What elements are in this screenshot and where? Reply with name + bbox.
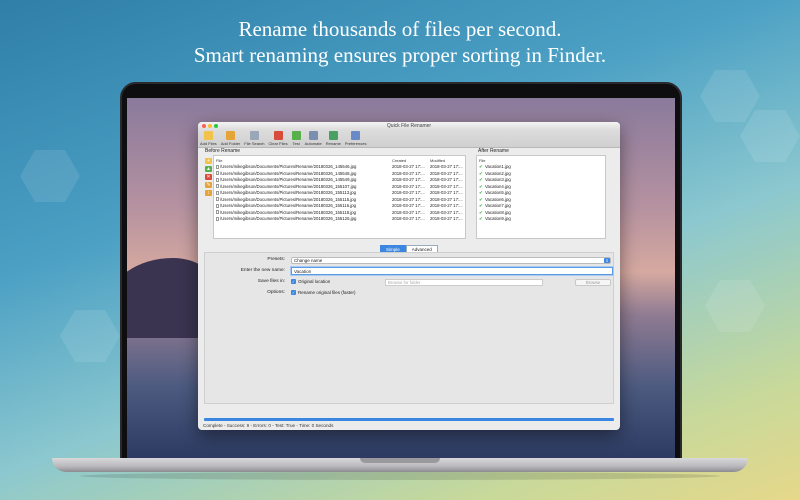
file-icon xyxy=(216,210,219,215)
status-text: Complete - Success: 9 - Errors: 0 - Test… xyxy=(203,423,334,428)
file-path-text: /Users/mikegibson/Documents/Pictures/Ren… xyxy=(220,183,357,189)
header-file[interactable]: File xyxy=(216,158,222,163)
file-path-text: /Users/mikegibson/Documents/Pictures/Ren… xyxy=(220,177,357,182)
file-path-text: /Users/mikegibson/Documents/Pictures/Ren… xyxy=(220,164,357,169)
browse-button[interactable]: Browse xyxy=(575,279,611,286)
add-files-icon xyxy=(203,131,213,140)
background-hexagon xyxy=(700,70,760,122)
toolbar-label: Preferences xyxy=(344,141,367,146)
file-icon xyxy=(216,177,219,182)
header-modified[interactable]: Modified xyxy=(430,158,445,163)
file-path-text: /Users/mikegibson/Documents/Pictures/Ren… xyxy=(220,209,357,215)
file-path-text: /Users/mikegibson/Documents/Pictures/Ren… xyxy=(220,203,357,208)
background-hexagon xyxy=(740,110,800,162)
progress-fill xyxy=(204,418,614,421)
file-path-text: /Users/mikegibson/Documents/Pictures/Ren… xyxy=(220,196,357,202)
toolbar-label: Automate xyxy=(304,141,322,146)
checkmark-icon: ✓ xyxy=(291,279,296,285)
toolbar: Add Files Add Folder File Search Clear File… xyxy=(198,130,620,148)
header-created[interactable]: Created xyxy=(392,158,406,163)
window-title: Quick File Renamer xyxy=(386,123,432,129)
file-search-icon xyxy=(249,131,259,140)
remove-icon[interactable]: ✕ xyxy=(205,174,212,180)
title-bar: Quick File Renamer xyxy=(198,122,620,130)
new-name-label: Enter the new name: xyxy=(240,268,285,273)
test-icon xyxy=(291,131,301,140)
rename-icon xyxy=(328,131,338,140)
checkmark-icon: ✓ xyxy=(291,290,296,296)
toolbar-add-folder-button[interactable]: Add Folder xyxy=(220,130,241,147)
toolbar-automate-button[interactable]: Automate xyxy=(305,130,322,147)
options-label: Options: xyxy=(267,290,285,295)
file-icon xyxy=(216,197,219,202)
after-rename-title: After Rename xyxy=(478,148,509,154)
file-icon xyxy=(216,216,219,221)
row-modified: 2018-03-27 17:... xyxy=(430,216,463,221)
file-icon xyxy=(216,184,219,189)
rename-settings-panel: Presets: Change name ⇕ Enter the new nam… xyxy=(204,252,614,404)
file-icon xyxy=(216,203,219,208)
toolbar-label: Clear Files xyxy=(268,141,288,146)
background-hexagon xyxy=(20,150,80,202)
chevron-down-icon: ⇕ xyxy=(604,258,610,263)
add-folder-icon xyxy=(225,131,235,140)
sort-icon[interactable]: ↕ xyxy=(205,190,212,196)
row-file-path: /Users/mikegibson/Documents/Pictures/Ren… xyxy=(216,216,356,223)
toolbar-label: File Search xyxy=(244,141,265,146)
checkmark-icon: ✔ xyxy=(479,216,483,221)
headline-line-1: Rename thousands of files per second. xyxy=(238,17,562,41)
original-location-label: Original location xyxy=(298,279,331,284)
row-created: 2018-03-27 17:... xyxy=(392,216,425,221)
headline-line-2: Smart renaming ensures proper sorting in… xyxy=(193,43,607,67)
before-rename-title: Before Rename xyxy=(205,148,241,154)
presets-value: Change name xyxy=(294,258,323,263)
list-item[interactable]: ✔ Vacation9.jpg xyxy=(477,216,605,223)
original-location-checkbox[interactable]: ✓ Original location xyxy=(291,279,330,285)
after-header-file[interactable]: File xyxy=(479,158,485,163)
laptop-notch xyxy=(360,458,440,463)
headline: Rename thousands of files per second. Sm… xyxy=(0,16,800,68)
table-row[interactable]: /Users/mikegibson/Documents/Pictures/Ren… xyxy=(214,216,465,223)
file-path-text: /Users/mikegibson/Documents/Pictures/Ren… xyxy=(220,190,357,195)
edit-icon[interactable]: ✎ xyxy=(205,182,212,188)
browse-folder-input[interactable]: Browse for folder xyxy=(385,279,543,286)
rename-original-checkbox[interactable]: ✓ Rename original files (faster) xyxy=(291,290,356,296)
file-list-side-buttons: + ▲ ✕ ✎ ↕ xyxy=(205,158,213,196)
background-hexagon xyxy=(705,280,765,332)
toolbar-preferences-button[interactable]: Preferences xyxy=(344,130,367,147)
file-path-text: /Users/mikegibson/Documents/Pictures/Ren… xyxy=(220,216,357,221)
toolbar-rename-button[interactable]: Rename xyxy=(326,130,341,147)
toolbar-label: Add Folder xyxy=(220,141,241,146)
add-icon[interactable]: + xyxy=(205,158,212,164)
laptop-shadow xyxy=(80,472,720,480)
toolbar-label: Rename xyxy=(325,141,341,146)
clear-files-icon xyxy=(273,131,283,140)
file-icon xyxy=(216,171,219,176)
presets-select[interactable]: Change name ⇕ xyxy=(291,257,611,264)
new-name-input[interactable]: Vacation xyxy=(291,267,613,275)
toolbar-add-files-button[interactable]: Add Files xyxy=(200,130,217,147)
file-icon xyxy=(216,164,219,169)
save-files-label: Save files in: xyxy=(257,279,285,284)
move-up-icon[interactable]: ▲ xyxy=(205,166,212,172)
app-window: Quick File Renamer Add Files Add Folder Fi… xyxy=(198,122,620,430)
rename-original-label: Rename original files (faster) xyxy=(298,290,356,295)
preferences-icon xyxy=(351,131,361,140)
progress-bar xyxy=(204,418,614,421)
toolbar-file-search-button[interactable]: File Search xyxy=(244,130,265,147)
before-rename-list[interactable]: File Created Modified /Users/mikegibson/… xyxy=(213,155,466,239)
toolbar-label: Add Files xyxy=(200,141,217,146)
background-hexagon xyxy=(60,310,120,362)
file-path-text: /Users/mikegibson/Documents/Pictures/Ren… xyxy=(220,170,357,176)
presets-label: Presets: xyxy=(267,257,285,262)
file-icon xyxy=(216,190,219,195)
after-rename-list[interactable]: File ✔ Vacation1.jpg ✔ Vacation2.jpg ✔ Vacati… xyxy=(476,155,606,239)
toolbar-clear-files-button[interactable]: Clear Files xyxy=(269,130,288,147)
toolbar-test-button[interactable]: Test xyxy=(291,130,301,147)
file-panes: Before Rename After Rename + ▲ ✕ ✎ ↕ File Cr… xyxy=(202,148,616,239)
automate-icon xyxy=(308,131,318,140)
toolbar-label: Test xyxy=(292,141,300,146)
renamed-file-name: Vacation9.jpg xyxy=(485,216,511,221)
